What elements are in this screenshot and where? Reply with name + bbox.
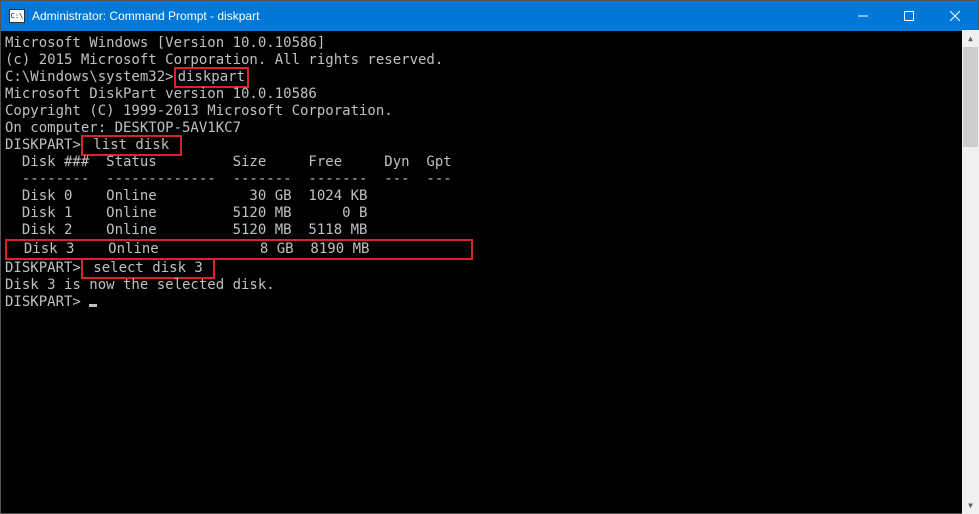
output-line: (c) 2015 Microsoft Corporation. All righ…: [5, 52, 978, 69]
table-row-highlighted: Disk 3 Online 8 GB 8190 MB: [5, 239, 978, 260]
scrollbar[interactable]: ▲ ▼: [962, 30, 979, 514]
maximize-button[interactable]: [886, 1, 932, 31]
maximize-icon: [904, 11, 914, 21]
output-line: Microsoft DiskPart version 10.0.10586: [5, 86, 978, 103]
highlight-cmd-select-disk: select disk 3: [81, 258, 215, 279]
minimize-button[interactable]: [840, 1, 886, 31]
table-divider: -------- ------------- ------- ------- -…: [5, 171, 978, 188]
table-row: Disk 1 Online 5120 MB 0 B: [5, 205, 978, 222]
prompt-text: DISKPART>: [5, 294, 89, 310]
prompt-text: DISKPART>: [5, 137, 81, 153]
table-row: Disk 0 Online 30 GB 1024 KB: [5, 188, 978, 205]
window-title: Administrator: Command Prompt - diskpart: [32, 9, 840, 23]
highlight-cmd-diskpart: diskpart: [174, 67, 249, 88]
scroll-up-button[interactable]: ▲: [962, 30, 979, 47]
scroll-down-button[interactable]: ▼: [962, 497, 979, 514]
output-line: Disk 3 is now the selected disk.: [5, 277, 978, 294]
table-row: Disk 2 Online 5120 MB 5118 MB: [5, 222, 978, 239]
output-line: Microsoft Windows [Version 10.0.10586]: [5, 35, 978, 52]
prompt-text: C:\Windows\system32>: [5, 69, 174, 85]
terminal-output[interactable]: Microsoft Windows [Version 10.0.10586] (…: [1, 31, 978, 513]
window-controls: [840, 1, 978, 31]
prompt-line: DISKPART> select disk 3: [5, 260, 978, 277]
titlebar[interactable]: Administrator: Command Prompt - diskpart: [1, 1, 978, 31]
table-header: Disk ### Status Size Free Dyn Gpt: [5, 154, 978, 171]
highlight-cmd-list-disk: list disk: [81, 135, 182, 156]
scrollbar-thumb[interactable]: [963, 47, 978, 147]
highlight-row-disk3: Disk 3 Online 8 GB 8190 MB: [5, 239, 473, 260]
prompt-line-active: DISKPART>: [5, 294, 978, 311]
command-prompt-window: Administrator: Command Prompt - diskpart…: [0, 0, 979, 514]
prompt-line: C:\Windows\system32>diskpart: [5, 69, 978, 86]
prompt-line: DISKPART> list disk: [5, 137, 978, 154]
output-line: Copyright (C) 1999-2013 Microsoft Corpor…: [5, 103, 978, 120]
cmd-icon: [9, 9, 25, 23]
cursor-icon: [89, 304, 97, 307]
close-icon: [950, 11, 960, 21]
prompt-text: DISKPART>: [5, 260, 81, 276]
minimize-icon: [858, 11, 868, 21]
close-button[interactable]: [932, 1, 978, 31]
